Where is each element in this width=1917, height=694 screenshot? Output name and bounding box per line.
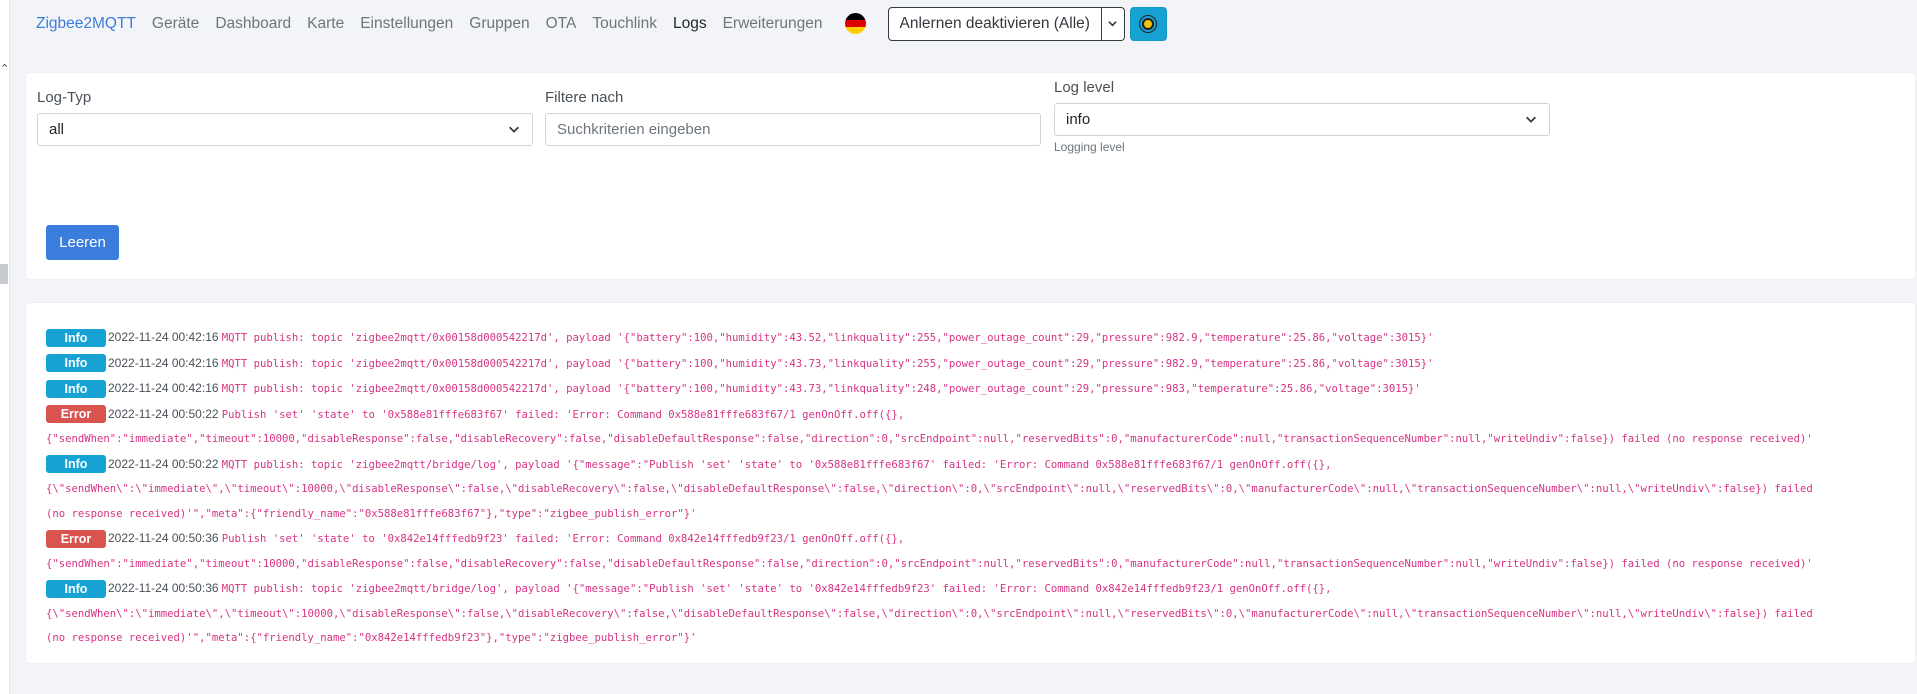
log-message: {"sendWhen":"immediate","timeout":10000,… bbox=[46, 557, 1813, 570]
log-entry-continuation: (no response received)'","meta":{"friend… bbox=[46, 502, 1906, 527]
log-message: Publish 'set' 'state' to '0x588e81fffe68… bbox=[221, 408, 905, 421]
nav-link-groups[interactable]: Gruppen bbox=[469, 15, 529, 33]
log-level-badge: Error bbox=[46, 405, 106, 424]
chevron-down-icon bbox=[1526, 116, 1536, 123]
log-level-label: Log level bbox=[1054, 79, 1115, 96]
log-type-label: Log-Typ bbox=[37, 89, 92, 106]
sun-icon bbox=[1142, 17, 1155, 30]
top-navbar: Zigbee2MQTT Geräte Dashboard Karte Einst… bbox=[10, 0, 1917, 47]
log-message: (no response received)'","meta":{"friend… bbox=[46, 632, 697, 644]
filter-search-input[interactable]: Suchkriterien eingeben bbox=[545, 113, 1041, 146]
log-message: Publish 'set' 'state' to '0x842e14fffedb… bbox=[221, 533, 905, 545]
log-timestamp: 2022-11-24 00:50:22 bbox=[108, 406, 219, 421]
log-level-badge: Error bbox=[46, 529, 106, 548]
log-message: MQTT publish: topic 'zigbee2mqtt/bridge/… bbox=[221, 458, 1332, 471]
log-entry-continuation: {\"sendWhen\":\"immediate\",\"timeout\":… bbox=[46, 602, 1906, 627]
scroll-marker bbox=[0, 264, 8, 284]
log-entry: Info 2022-11-24 00:50:22 MQTT publish: to… bbox=[46, 452, 1906, 478]
log-message: (no response received)'","meta":{"friend… bbox=[46, 507, 697, 520]
log-level-badge: Info bbox=[46, 379, 106, 398]
log-level-help: Logging level bbox=[1054, 140, 1125, 154]
flag-stripe bbox=[844, 13, 866, 20]
log-entry-continuation: (no response received)'","meta":{"friend… bbox=[46, 626, 1906, 651]
log-message: MQTT publish: topic 'zigbee2mqtt/bridge/… bbox=[221, 583, 1332, 595]
permit-join-dropdown-toggle[interactable] bbox=[1101, 6, 1125, 41]
chevron-up-icon: ⌃ bbox=[0, 62, 10, 75]
nav-link-logs[interactable]: Logs bbox=[673, 15, 707, 33]
log-entry: Error 2022-11-24 00:50:36 Publish 'set' '… bbox=[46, 526, 1906, 552]
log-entry: Info 2022-11-24 00:42:16 MQTT publish: to… bbox=[46, 376, 1906, 402]
german-flag-icon[interactable] bbox=[844, 13, 866, 34]
log-output-card: Info 2022-11-24 00:42:16 MQTT publish: to… bbox=[26, 303, 1915, 663]
log-level-value: info bbox=[1066, 111, 1091, 128]
log-entry: Error 2022-11-24 00:50:22 Publish 'set' '… bbox=[46, 402, 1906, 428]
nav-link-touchlink[interactable]: Touchlink bbox=[592, 15, 657, 33]
nav-link-extensions[interactable]: Erweiterungen bbox=[723, 15, 823, 33]
nav-link-ota[interactable]: OTA bbox=[546, 15, 577, 33]
log-entry-continuation: {"sendWhen":"immediate","timeout":10000,… bbox=[46, 552, 1906, 577]
log-message: {\"sendWhen\":\"immediate\",\"timeout\":… bbox=[46, 483, 1813, 495]
chevron-down-icon bbox=[1108, 21, 1118, 27]
nav-link-dashboard[interactable]: Dashboard bbox=[215, 15, 291, 33]
log-message: MQTT publish: topic 'zigbee2mqtt/0x00158… bbox=[221, 332, 1434, 344]
clear-logs-button[interactable]: Leeren bbox=[46, 225, 119, 260]
flag-stripe bbox=[844, 20, 866, 27]
theme-toggle-button[interactable] bbox=[1129, 6, 1167, 41]
log-level-badge: Info bbox=[46, 455, 106, 474]
log-timestamp: 2022-11-24 00:42:16 bbox=[108, 330, 219, 344]
nav-link-map[interactable]: Karte bbox=[307, 15, 344, 33]
log-message: {"sendWhen":"immediate","timeout":10000,… bbox=[46, 433, 1813, 445]
flag-stripe bbox=[844, 27, 866, 34]
log-message: MQTT publish: topic 'zigbee2mqtt/0x00158… bbox=[221, 357, 1434, 370]
log-message: MQTT publish: topic 'zigbee2mqtt/0x00158… bbox=[221, 383, 1421, 395]
log-message: {\"sendWhen\":\"immediate\",\"timeout\":… bbox=[46, 607, 1813, 620]
log-timestamp: 2022-11-24 00:42:16 bbox=[108, 381, 219, 395]
permit-join-group: Anlernen deaktivieren (Alle) bbox=[887, 6, 1125, 41]
chevron-down-icon bbox=[509, 126, 519, 133]
log-level-select[interactable]: info bbox=[1054, 103, 1550, 136]
log-timestamp: 2022-11-24 00:50:36 bbox=[108, 581, 219, 595]
left-window-edge: ⌃ bbox=[0, 0, 10, 694]
nav-link-devices[interactable]: Geräte bbox=[152, 15, 199, 33]
log-level-badge: Info bbox=[46, 579, 106, 598]
log-timestamp: 2022-11-24 00:50:36 bbox=[108, 531, 219, 545]
log-level-badge: Info bbox=[46, 354, 106, 373]
log-entry: Info 2022-11-24 00:42:16 MQTT publish: to… bbox=[46, 325, 1906, 351]
log-type-value: all bbox=[49, 121, 65, 138]
log-entry-continuation: {\"sendWhen\":\"immediate\",\"timeout\":… bbox=[46, 477, 1906, 502]
log-filters-card: Log-Typ all Filtere nach Suchkriterien e… bbox=[26, 73, 1915, 279]
log-entry-continuation: {"sendWhen":"immediate","timeout":10000,… bbox=[46, 427, 1906, 452]
nav-link-settings[interactable]: Einstellungen bbox=[360, 15, 453, 33]
log-timestamp: 2022-11-24 00:42:16 bbox=[108, 355, 219, 370]
log-entry: Info 2022-11-24 00:42:16 MQTT publish: to… bbox=[46, 351, 1906, 377]
log-entry: Info 2022-11-24 00:50:36 MQTT publish: to… bbox=[46, 576, 1906, 602]
brand-link[interactable]: Zigbee2MQTT bbox=[36, 15, 136, 33]
log-list: Info 2022-11-24 00:42:16 MQTT publish: to… bbox=[46, 325, 1906, 651]
filter-label: Filtere nach bbox=[545, 89, 624, 106]
log-level-badge: Info bbox=[46, 328, 106, 347]
log-timestamp: 2022-11-24 00:50:22 bbox=[108, 456, 219, 471]
log-type-select[interactable]: all bbox=[37, 113, 533, 146]
permit-join-button[interactable]: Anlernen deaktivieren (Alle) bbox=[887, 6, 1102, 41]
